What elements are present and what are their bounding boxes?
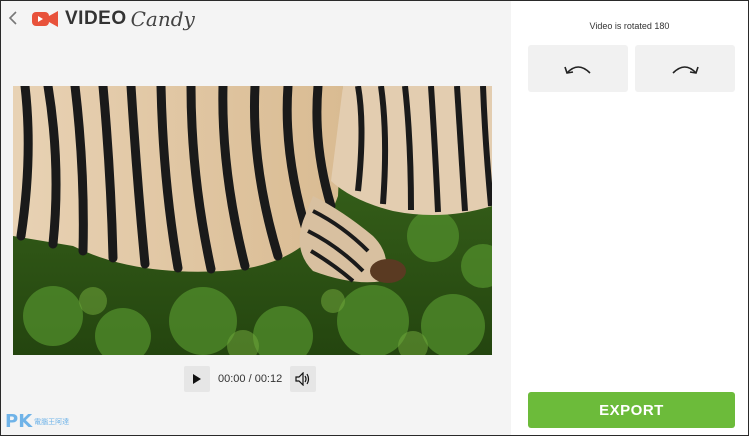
tool-panel: Video is rotated 180 EXPORT — [511, 1, 748, 435]
logo-word: VIDEO — [65, 8, 127, 29]
play-button[interactable] — [184, 366, 210, 392]
watermark-sub: 電腦王阿達 — [34, 418, 70, 426]
time-display: 00:00 / 00:12 — [218, 373, 283, 385]
rotate-right-icon — [672, 65, 699, 74]
watermark: PK 電腦王阿達 — [5, 411, 69, 432]
editor-area: VIDEO Candy 00:00 / 00:12 PK 電腦王阿達 — [1, 1, 511, 435]
watermark-text: PK — [5, 411, 33, 432]
app-window: VIDEO Candy 00:00 / 00:12 PK 電腦王阿達 Video… — [0, 0, 749, 436]
player-controls: 00:00 / 00:12 — [184, 366, 317, 392]
rotation-status: Video is rotated 180 — [589, 21, 670, 31]
rotate-left-icon — [564, 65, 591, 74]
chevron-left-icon — [8, 11, 17, 25]
rotate-left-button[interactable] — [528, 45, 628, 92]
volume-button[interactable] — [290, 366, 317, 392]
volume-icon — [295, 372, 310, 386]
video-preview[interactable] — [13, 86, 492, 355]
logo[interactable]: VIDEO Candy — [31, 7, 195, 31]
logo-script: Candy — [130, 7, 195, 31]
export-button[interactable]: EXPORT — [528, 392, 735, 428]
camera-icon — [32, 11, 58, 27]
video-frame — [13, 86, 492, 355]
back-button[interactable] — [5, 9, 21, 27]
rotate-right-button[interactable] — [635, 45, 735, 92]
play-icon — [193, 374, 201, 384]
